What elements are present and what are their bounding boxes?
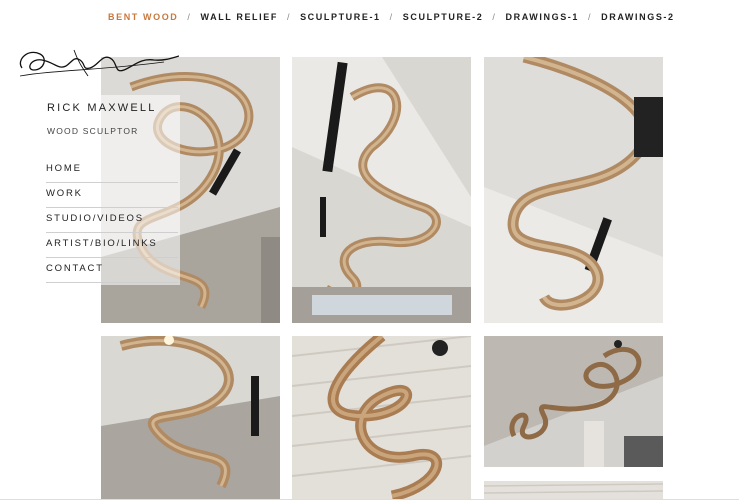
sidenav-studio-videos[interactable]: STUDIO/VIDEOS: [46, 208, 178, 233]
topnav-separator: /: [389, 12, 394, 22]
sidenav-work[interactable]: WORK: [46, 183, 178, 208]
topnav-drawings-2[interactable]: DRAWINGS-2: [601, 12, 675, 22]
sculpture-image: [484, 57, 663, 323]
topnav-separator: /: [492, 12, 497, 22]
sculpture-image: [292, 57, 471, 323]
gallery-photo-5[interactable]: [292, 336, 471, 500]
sidenav-contact[interactable]: CONTACT: [46, 258, 178, 283]
topnav-separator: /: [187, 12, 192, 22]
artist-subtitle: WOOD SCULPTOR: [47, 126, 139, 136]
topnav-sculpture-2[interactable]: SCULPTURE-2: [403, 12, 484, 22]
sculpture-image: [484, 481, 663, 500]
artist-name: RICK MAXWELL: [47, 102, 157, 114]
gallery-photo-2[interactable]: [292, 57, 471, 323]
top-navigation: BENT WOOD / WALL RELIEF / SCULPTURE-1 / …: [108, 12, 739, 22]
gallery-photo-3[interactable]: [484, 57, 663, 323]
gallery-photo-6[interactable]: [484, 336, 663, 467]
sidenav-home[interactable]: HOME: [46, 158, 178, 183]
gallery-photo-7[interactable]: [484, 481, 663, 500]
sculpture-image: [292, 336, 471, 500]
topnav-wall-relief[interactable]: WALL RELIEF: [201, 12, 278, 22]
topnav-separator: /: [286, 12, 292, 22]
side-navigation: HOME WORK STUDIO/VIDEOS ARTIST/BIO/LINKS…: [46, 158, 178, 283]
topnav-separator: /: [588, 12, 593, 22]
sculpture-image: [101, 336, 280, 500]
sculpture-image: [484, 336, 663, 467]
gallery-photo-4[interactable]: [101, 336, 280, 500]
topnav-sculpture-1[interactable]: SCULPTURE-1: [300, 12, 381, 22]
signature-logo[interactable]: [14, 40, 179, 85]
topnav-bent-wood[interactable]: BENT WOOD: [108, 12, 178, 22]
sidenav-artist-bio-links[interactable]: ARTIST/BIO/LINKS: [46, 233, 178, 258]
topnav-drawings-1[interactable]: DRAWINGS-1: [506, 12, 580, 22]
